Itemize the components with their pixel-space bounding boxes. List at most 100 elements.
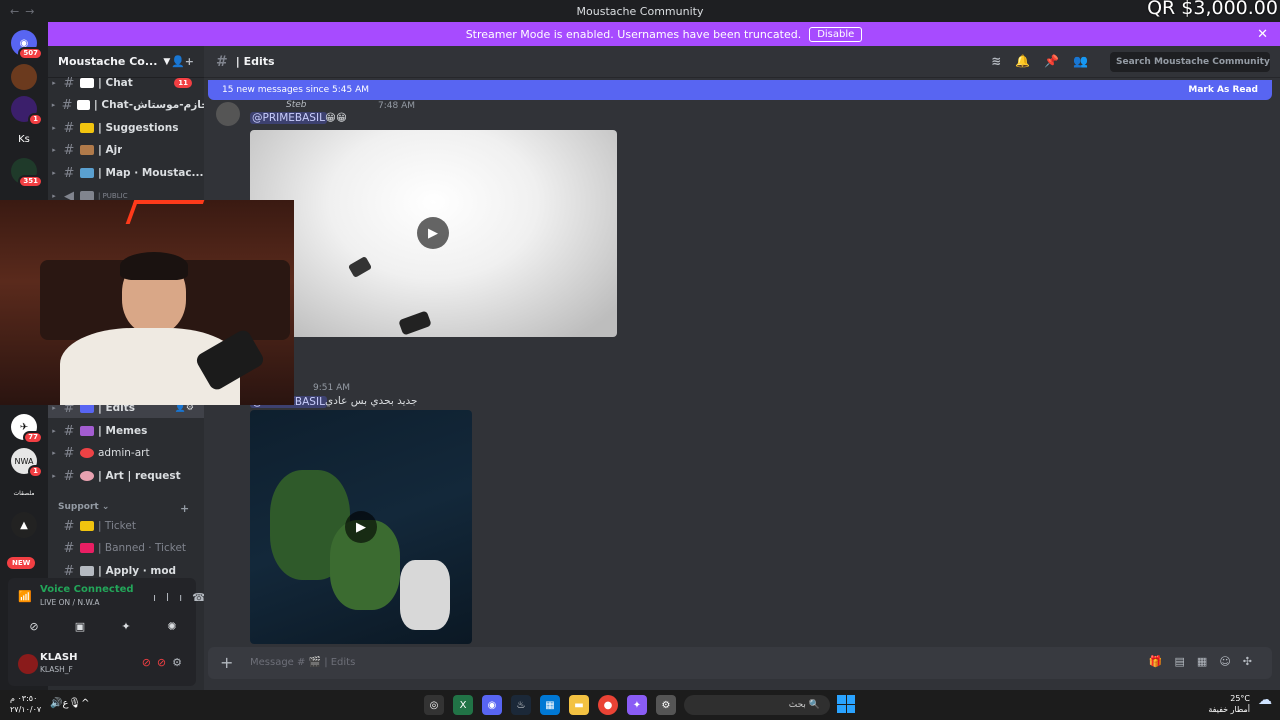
hash-icon: # bbox=[63, 540, 75, 556]
sticker-icon[interactable]: ▦ bbox=[1197, 655, 1219, 668]
play-icon[interactable]: ▶ bbox=[417, 217, 449, 249]
windows-taskbar: ٠٣:٥٠ م ٢٧/١٠/٠٧ 🔊ع🎙^ ◎ X ◉ ♨ ▦ ▬ ● ✦ ⚙ … bbox=[0, 690, 1280, 720]
settings-icon[interactable]: ⚙ bbox=[656, 695, 676, 715]
message-input[interactable]: Message # 🎬 | Edits bbox=[250, 657, 355, 668]
steam-icon[interactable]: ♨ bbox=[511, 695, 531, 715]
channel-emoji-icon bbox=[80, 78, 94, 88]
server-icon[interactable]: ✈ 77 bbox=[11, 414, 43, 444]
members-icon[interactable]: 👥 bbox=[1073, 54, 1102, 68]
category-label: Support bbox=[58, 502, 99, 512]
server-icon[interactable] bbox=[11, 64, 37, 90]
discord-icon[interactable]: ◉ bbox=[482, 695, 502, 715]
mic-muted-icon[interactable]: ⊘ bbox=[142, 656, 157, 669]
weather-widget[interactable]: 25°C أمطار خفيفة ☁ bbox=[1208, 693, 1272, 715]
new-messages-bar[interactable]: 15 new messages since 5:45 AM Mark As Re… bbox=[208, 80, 1272, 100]
close-icon[interactable]: ✕ bbox=[1257, 27, 1268, 42]
add-attachment-icon[interactable]: + bbox=[220, 653, 233, 672]
windows-start-icon[interactable] bbox=[837, 695, 855, 713]
voice-status[interactable]: Voice Connected bbox=[40, 584, 134, 595]
message-composer[interactable]: + Message # 🎬 | Edits 🎁▤▦☺✣ bbox=[208, 647, 1272, 679]
gift-icon[interactable]: 🎁 bbox=[1149, 655, 1175, 668]
server-icon[interactable]: ملصقات bbox=[11, 480, 37, 506]
bell-icon[interactable]: 🔔 bbox=[1015, 54, 1044, 68]
unread-badge: 1 bbox=[28, 113, 43, 126]
search-input[interactable]: Search Moustache Community bbox=[1110, 52, 1270, 72]
channel-admin-art[interactable]: ▸ # admin-art bbox=[48, 443, 204, 463]
discord-home-icon[interactable]: ◉ 507 bbox=[11, 30, 43, 60]
video-frame-shape bbox=[347, 255, 373, 279]
disable-button[interactable]: Disable bbox=[809, 26, 863, 42]
unread-badge: 77 bbox=[23, 431, 43, 444]
channel-banned-ticket[interactable]: # | Banned · Ticket bbox=[48, 538, 204, 558]
channel-chat-ar[interactable]: ▸ # | Chat-محازم-موستاش bbox=[48, 95, 204, 115]
category-support[interactable]: Support ⌄ + bbox=[58, 502, 189, 515]
channel-label: | PUBLIC bbox=[98, 192, 128, 200]
voice-channel[interactable]: LIVE ON / N.W.A bbox=[40, 598, 100, 607]
mic-icon[interactable]: 🎙 bbox=[68, 698, 81, 709]
pin-icon[interactable]: 📌 bbox=[1044, 54, 1073, 68]
copilot-icon[interactable]: ✦ bbox=[627, 695, 647, 715]
username[interactable]: KLASH bbox=[40, 652, 77, 663]
user-mention[interactable]: @PRIMEBASIL bbox=[250, 112, 327, 124]
channel-memes[interactable]: ▸ # | Memes bbox=[48, 421, 204, 441]
noise-suppression-icon[interactable]: ılı bbox=[153, 591, 192, 604]
activities-icon[interactable]: ✦ bbox=[108, 616, 144, 636]
unread-count: 11 bbox=[174, 78, 192, 88]
avatar[interactable] bbox=[216, 102, 240, 126]
message-author[interactable]: Steb bbox=[286, 100, 307, 110]
video-attachment[interactable]: ▶ bbox=[250, 410, 472, 644]
window-title: Moustache Community bbox=[576, 4, 704, 18]
emoji-icon[interactable]: ☺ bbox=[1219, 655, 1242, 668]
new-messages-text: 15 new messages since 5:45 AM bbox=[222, 85, 370, 95]
channel-emoji-icon bbox=[80, 145, 94, 155]
channel-ticket[interactable]: # | Ticket bbox=[48, 516, 204, 536]
threads-icon[interactable]: ≋ bbox=[991, 54, 1015, 68]
hash-icon: # bbox=[61, 97, 73, 113]
file-explorer-icon[interactable]: ▬ bbox=[569, 695, 589, 715]
soundboard-icon[interactable]: ✺ bbox=[154, 616, 190, 636]
app-icon[interactable]: ◎ bbox=[424, 695, 444, 715]
mark-as-read-button[interactable]: Mark As Read bbox=[1188, 85, 1258, 95]
clock[interactable]: ٠٣:٥٠ م ٢٧/١٠/٠٧ bbox=[10, 693, 41, 715]
channel-label: | Memes bbox=[98, 425, 148, 437]
neon-light bbox=[125, 200, 205, 224]
weather-temp: 25°C bbox=[1230, 694, 1250, 703]
signal-icon[interactable]: 📶 bbox=[18, 590, 32, 603]
screen-share-icon[interactable]: ▣ bbox=[62, 616, 98, 636]
lightbulb-icon bbox=[80, 123, 94, 133]
camera-off-icon[interactable]: ⊘ bbox=[16, 616, 52, 636]
server-icon[interactable]: Ks bbox=[11, 126, 37, 152]
channel-art-request[interactable]: ▸ # | Art | request bbox=[48, 466, 204, 486]
search-placeholder: بحث bbox=[788, 700, 806, 710]
streamer-mode-banner: Streamer Mode is enabled. Usernames have… bbox=[48, 22, 1280, 46]
avatar[interactable] bbox=[18, 654, 38, 674]
gear-icon[interactable]: ⚙ bbox=[172, 656, 188, 669]
server-icon[interactable]: NWA 1 bbox=[11, 448, 43, 478]
chrome-icon[interactable]: ● bbox=[598, 695, 618, 715]
channel-map[interactable]: ▸ # | Map · Moustac... bbox=[48, 163, 204, 183]
taskbar-search[interactable]: بحث 🔍 bbox=[684, 695, 830, 715]
channel-suggestions[interactable]: ▸ # | Suggestions bbox=[48, 118, 204, 138]
invite-icon[interactable]: 👤+ bbox=[171, 55, 194, 68]
deafen-icon[interactable]: ⊘ bbox=[157, 656, 172, 669]
new-badge: NEW bbox=[7, 557, 36, 569]
play-icon[interactable]: ▶ bbox=[345, 511, 377, 543]
channel-label: | Map · Moustac... bbox=[98, 167, 204, 179]
excel-icon[interactable]: X bbox=[453, 695, 473, 715]
add-channel-icon[interactable]: + bbox=[180, 502, 189, 515]
channel-chat[interactable]: ▸ # | Chat 11 bbox=[48, 73, 204, 93]
gif-icon[interactable]: ▤ bbox=[1175, 655, 1197, 668]
apps-icon[interactable]: ✣ bbox=[1243, 655, 1264, 668]
chevron-up-icon[interactable]: ^ bbox=[81, 698, 89, 709]
channel-ajr[interactable]: ▸ # | Ajr bbox=[48, 140, 204, 160]
server-icon[interactable]: 1 bbox=[11, 96, 43, 126]
weather-desc: أمطار خفيفة bbox=[1208, 705, 1250, 714]
video-attachment[interactable]: ▶ bbox=[250, 130, 617, 337]
search-placeholder: Search Moustache Community bbox=[1116, 57, 1270, 67]
server-icon[interactable]: 351 bbox=[11, 158, 43, 188]
server-icon[interactable]: ▲ bbox=[11, 512, 37, 538]
banner-text: Streamer Mode is enabled. Usernames have… bbox=[465, 27, 802, 41]
channel-label: | Suggestions bbox=[98, 122, 179, 134]
speaker-icon[interactable]: 🔊 bbox=[50, 698, 62, 709]
store-icon[interactable]: ▦ bbox=[540, 695, 560, 715]
